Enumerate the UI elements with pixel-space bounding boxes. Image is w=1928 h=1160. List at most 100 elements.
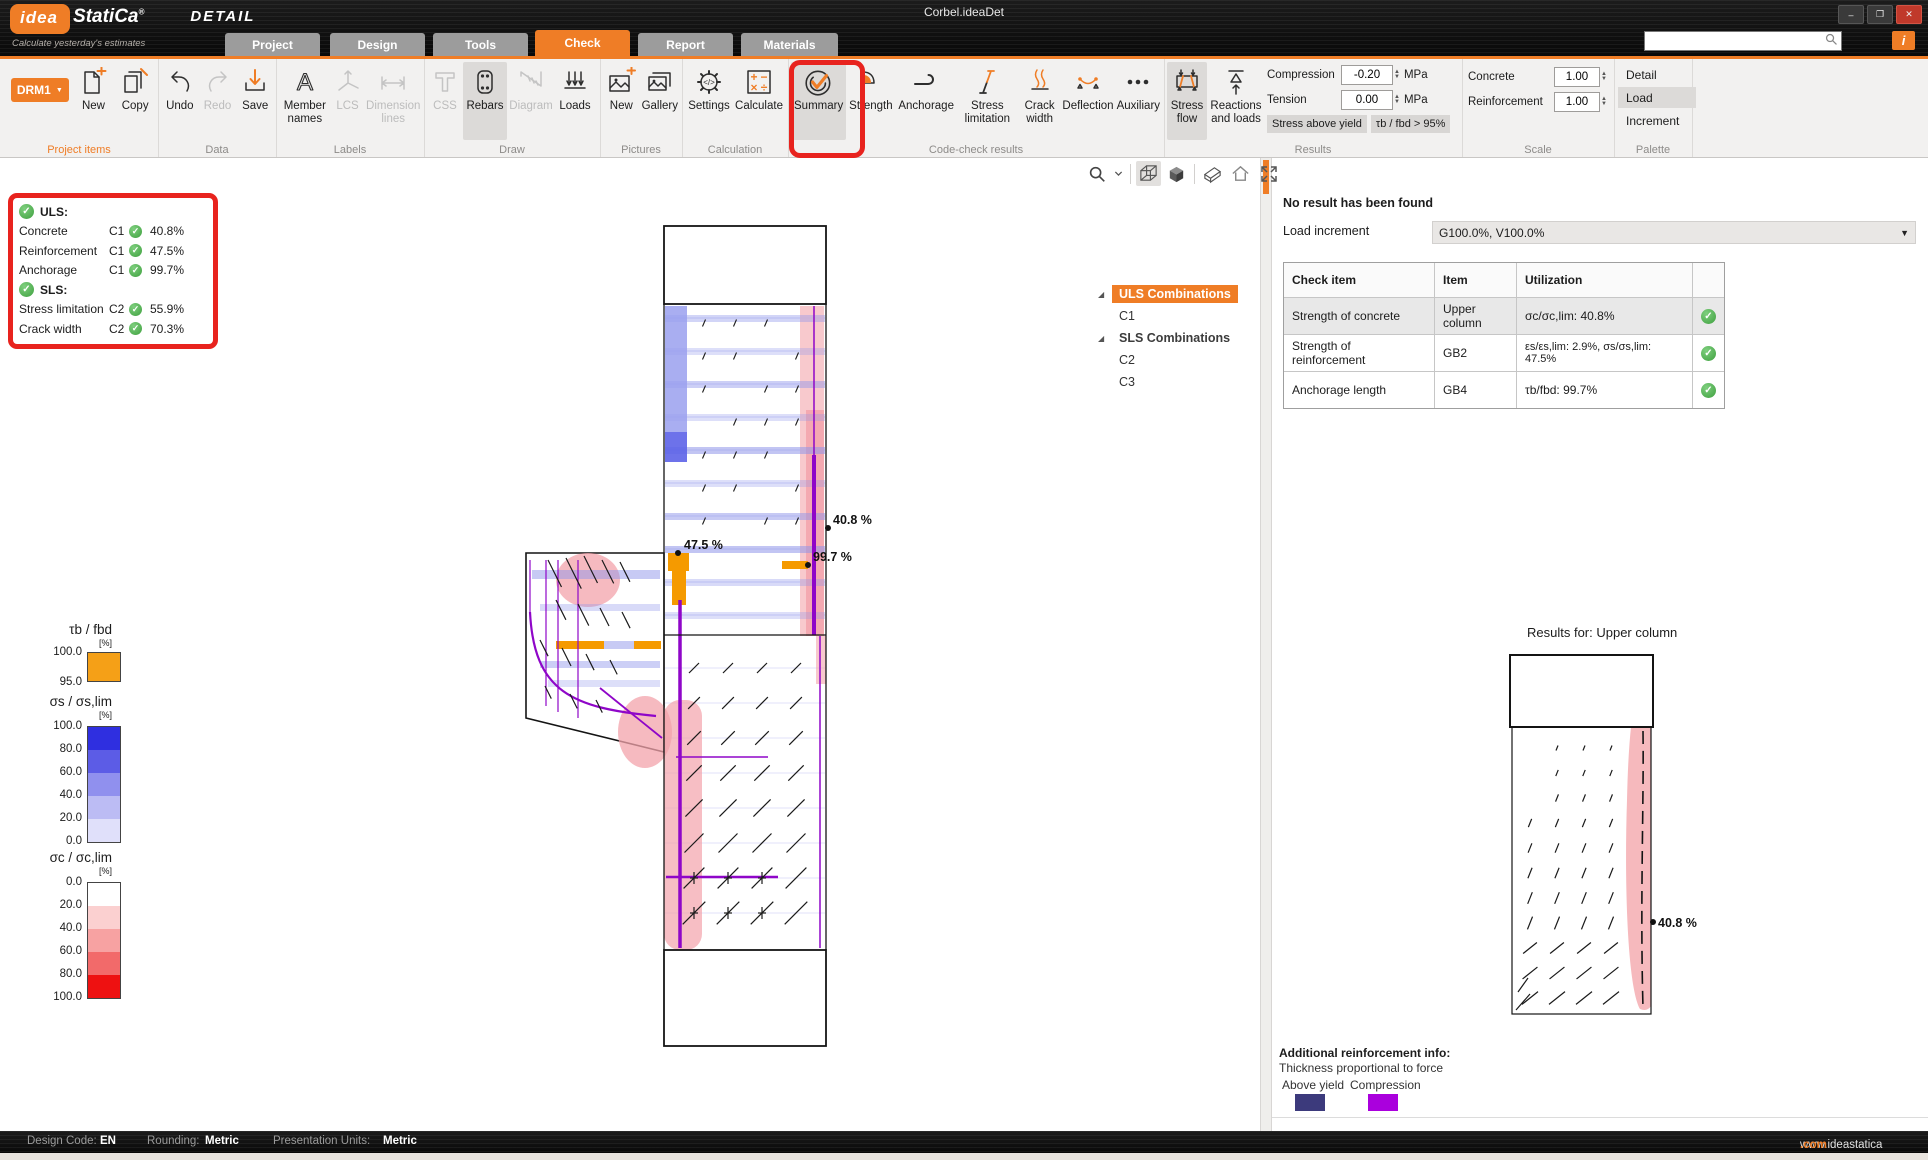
crack-width-icon (1025, 64, 1055, 100)
close-button[interactable]: ✕ (1896, 5, 1922, 24)
search-input[interactable] (1645, 34, 1824, 48)
tab-design[interactable]: Design (330, 33, 425, 56)
clip-view-button[interactable] (1200, 161, 1225, 186)
crack-width-button[interactable]: Crack width (1018, 62, 1061, 140)
zoom-button[interactable] (1084, 161, 1109, 186)
deflection-button[interactable]: Deflection (1061, 62, 1114, 140)
fit-view-button[interactable] (1256, 161, 1281, 186)
copy-project-item-button[interactable]: Copy (114, 62, 156, 140)
search-box[interactable] (1644, 31, 1842, 51)
diagram-icon (516, 64, 546, 100)
gallery-icon (645, 64, 675, 100)
pass-icon: ✓ (129, 303, 142, 316)
info-button[interactable]: i (1892, 31, 1915, 50)
tree-item-uls-combinations[interactable]: ULS Combinations (1112, 285, 1238, 303)
tb-fbd-toggle[interactable]: τb / fbd > 95% (1371, 115, 1450, 133)
compression-unit: MPa (1404, 69, 1428, 81)
maximize-button[interactable]: ❐ (1867, 5, 1893, 24)
copy-icon (120, 64, 150, 100)
tab-materials[interactable]: Materials (741, 33, 838, 56)
auxiliary-button[interactable]: Auxiliary (1115, 62, 1162, 140)
stress-flow-button[interactable]: Stress flow (1167, 62, 1207, 140)
save-button[interactable]: Save (236, 62, 274, 140)
tree-item-sls-combinations[interactable]: SLS Combinations (1112, 329, 1237, 347)
calculate-button[interactable]: +−×÷ Calculate (733, 62, 785, 140)
panel-splitter[interactable] (1260, 158, 1272, 1131)
column-utilization-label: 40.8 % (1658, 916, 1697, 930)
table-row[interactable]: Strength of reinforcement GB2 εs/εs,lim:… (1284, 334, 1724, 371)
stress-above-yield-toggle[interactable]: Stress above yield (1267, 115, 1367, 133)
new-project-item-button[interactable]: New (73, 62, 115, 140)
concrete-scale-stepper[interactable]: ▲▼ (1601, 72, 1607, 82)
reinforcement-scale-input[interactable] (1554, 92, 1600, 112)
palette-detail-button[interactable]: Detail (1618, 64, 1696, 85)
rebar-stress-strip (665, 306, 687, 432)
summary-row-anchorage: AnchorageC1 ✓ 99.7% (19, 261, 207, 281)
palette-increment-button[interactable]: Increment (1618, 110, 1696, 131)
pass-icon: ✓ (129, 264, 142, 277)
expander-icon[interactable]: ◢ (1098, 334, 1112, 343)
sigma-s-scale (87, 726, 121, 843)
zoom-dropdown-arrow[interactable] (1112, 161, 1125, 186)
tree-item-c3[interactable]: C3 (1119, 375, 1135, 389)
pass-icon: ✓ (129, 322, 142, 335)
compression-stepper[interactable]: ▲▼ (1394, 70, 1400, 80)
table-row[interactable]: Anchorage length GB4 τb/fbd: 99.7% ✓ (1284, 371, 1724, 408)
wireframe-view-button[interactable] (1136, 161, 1161, 186)
palette-load-button[interactable]: Load (1618, 87, 1696, 108)
minimize-button[interactable]: – (1838, 5, 1864, 24)
project-item-selector[interactable]: DRM1▼ (11, 78, 69, 102)
summary-button[interactable]: Summary (791, 62, 846, 140)
pass-icon: ✓ (1701, 346, 1716, 361)
rebars-button[interactable]: Rebars (463, 62, 507, 140)
solid-view-button[interactable] (1164, 161, 1189, 186)
utilization-labels: 40.8 % 47.5 % 99.7 % (675, 513, 872, 568)
undo-button[interactable]: Undo (161, 62, 199, 140)
additional-info-subtitle: Thickness proportional to force (1279, 1061, 1443, 1075)
pass-icon: ✓ (129, 244, 142, 257)
diagram-button: Diagram (507, 62, 555, 140)
strength-button[interactable]: Strength (846, 62, 895, 140)
upper-column-result-drawing[interactable]: 40.8 % (1500, 645, 1710, 1030)
tab-report[interactable]: Report (638, 33, 733, 56)
tension-label: Tension (1267, 94, 1341, 106)
loads-button[interactable]: Loads (555, 62, 595, 140)
new-picture-button[interactable]: New (603, 62, 640, 140)
pass-icon: ✓ (1701, 309, 1716, 324)
compression-input[interactable] (1341, 65, 1393, 85)
reinforcement-scale-stepper[interactable]: ▲▼ (1601, 97, 1607, 107)
pass-icon: ✓ (129, 225, 142, 238)
ribbon-group-labels: A Member names LCS Dimension lines Label… (276, 59, 425, 157)
loads-arrows-icon (560, 64, 590, 100)
settings-button[interactable]: </> Settings (685, 62, 733, 140)
above-yield-swatch (1295, 1094, 1325, 1111)
strength-icon (856, 64, 886, 100)
chevron-down-icon: ▼ (1900, 228, 1909, 238)
ribbon-group-scale: Concrete ▲▼ Reinforcement ▲▼ Scale (1462, 59, 1615, 157)
anchorage-button[interactable]: Anchorage (896, 62, 957, 140)
table-row[interactable]: Strength of concrete Upper column σc/σc,… (1284, 297, 1724, 334)
tree-item-c1[interactable]: C1 (1119, 309, 1135, 323)
concrete-scale-input[interactable] (1554, 67, 1600, 87)
tension-stepper[interactable]: ▲▼ (1394, 95, 1400, 105)
sls-summary-header: ✓ SLS: (19, 280, 207, 300)
redo-button: Redo (199, 62, 237, 140)
product-name: DETAIL (190, 8, 255, 25)
above-yield-label: Above yield (1282, 1078, 1344, 1092)
tab-project[interactable]: Project (225, 33, 320, 56)
reactions-loads-button[interactable]: Reactions and loads (1207, 62, 1265, 140)
summary-row-concrete: ConcreteC1 ✓ 40.8% (19, 222, 207, 242)
home-view-button[interactable] (1228, 161, 1253, 186)
tab-tools[interactable]: Tools (433, 33, 528, 56)
tension-input[interactable] (1341, 90, 1393, 110)
expander-icon[interactable]: ◢ (1098, 290, 1112, 299)
tree-item-c2[interactable]: C2 (1119, 353, 1135, 367)
summary-check-icon (803, 64, 835, 100)
member-names-button[interactable]: A Member names (279, 62, 331, 140)
load-increment-dropdown[interactable]: G100.0%, V100.0% ▼ (1432, 221, 1916, 244)
ribbon-group-draw: CSS Rebars Diagram Loads Draw (424, 59, 601, 157)
tab-check[interactable]: Check (535, 30, 630, 56)
gallery-button[interactable]: Gallery (640, 62, 680, 140)
stress-limitation-button[interactable]: Stress limitation (957, 62, 1018, 140)
load-increment-label: Load increment (1283, 224, 1369, 238)
